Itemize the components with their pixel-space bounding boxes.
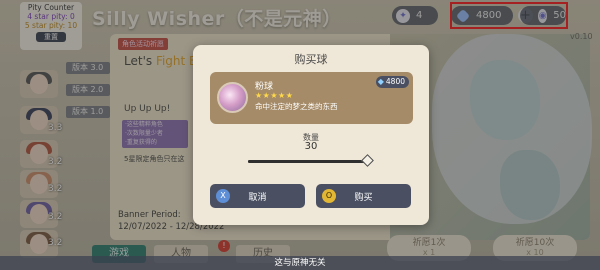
cancel-label: 取消 <box>248 192 267 203</box>
o-key-icon: O <box>322 189 336 203</box>
quantity-slider[interactable] <box>248 154 374 167</box>
x-key-icon: X <box>216 189 230 203</box>
item-rarity-stars: ★★★★★ <box>255 91 294 100</box>
cancel-button[interactable]: X 取消 <box>210 184 305 208</box>
purchase-dialog: 购买球 粉球 ★★★★★ 命中注定的梦之类的东西 ◆ 4800 数量 30 X … <box>193 45 429 225</box>
buy-label: 购买 <box>354 192 373 203</box>
item-description: 命中注定的梦之类的东西 <box>255 102 338 111</box>
quantity-slider-fill <box>248 160 368 163</box>
pink-orb-icon <box>217 82 248 113</box>
quantity-value: 30 <box>304 141 318 152</box>
item-price-value: 4800 <box>385 77 405 86</box>
dialog-title: 购买球 <box>294 53 328 66</box>
primogem-icon: ◆ <box>377 77 384 86</box>
disclaimer-footer: 这与原神无关 <box>0 256 600 270</box>
buy-button[interactable]: O 购买 <box>316 184 411 208</box>
quantity-slider-thumb[interactable] <box>361 154 374 167</box>
item-card: 粉球 ★★★★★ 命中注定的梦之类的东西 ◆ 4800 <box>210 72 413 124</box>
item-price: ◆ 4800 <box>375 76 409 88</box>
